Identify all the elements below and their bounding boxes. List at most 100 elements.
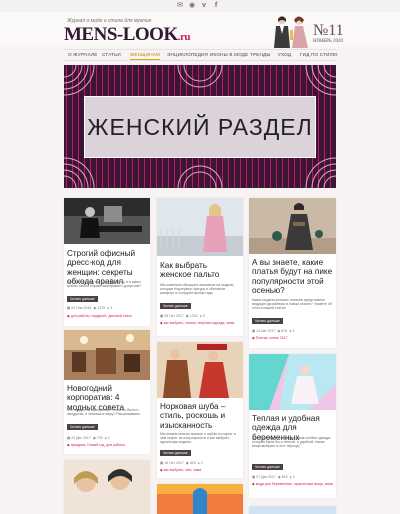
logo-text: MENS-LOOK bbox=[64, 24, 178, 45]
article-meta: ▦ 06 Окт 2017 ◉ 1224 ● 3 bbox=[160, 314, 205, 318]
article-meta: ▦ 07 Дек 2017 ◉ 815 ● 2 bbox=[252, 475, 295, 479]
nav-item-encyclopedia[interactable]: Энциклопедия bbox=[167, 52, 208, 57]
comment-icon: ● bbox=[104, 436, 107, 440]
article-image bbox=[249, 198, 336, 254]
comment-icon: ● bbox=[197, 461, 200, 465]
article-card[interactable]: Как выбрать женское пальто Мы советуем о… bbox=[157, 198, 243, 336]
article-tags[interactable]: ◆ Платья, осень 2017 bbox=[252, 336, 333, 340]
mail-icon[interactable]: ✉ bbox=[176, 2, 184, 10]
article-card-partial[interactable] bbox=[64, 460, 150, 514]
nav-item-about[interactable]: О журнале bbox=[68, 52, 98, 57]
article-excerpt: Какие модели женских платьев представили… bbox=[252, 298, 332, 311]
comment-icon: ● bbox=[289, 329, 292, 333]
article-tags-text: как выбрать, пальто, верхняя одежда, зим… bbox=[163, 321, 235, 325]
nav-item-icons[interactable]: Иконы в моде bbox=[210, 52, 248, 57]
article-date: 07 Дек 2017 bbox=[256, 475, 276, 479]
article-tags-text: мода для беременных, практичные вещи, зи… bbox=[255, 482, 333, 486]
article-card[interactable]: Строгий офисный дресс-код для женщин: се… bbox=[64, 198, 150, 326]
article-image bbox=[249, 354, 336, 410]
tag-icon: ◆ bbox=[67, 443, 70, 447]
article-card-partial[interactable] bbox=[249, 506, 336, 514]
article-comments: 2 bbox=[200, 461, 203, 465]
calendar-icon: ▦ bbox=[160, 314, 164, 318]
article-tags[interactable]: ◆ как выбрать, мех, зима bbox=[160, 468, 240, 472]
nav-item-women[interactable]: Женщинам bbox=[130, 52, 161, 60]
eye-icon: ◉ bbox=[185, 461, 189, 465]
article-meta: ▦ 24 Авг 2017 ◉ 876 ● 2 bbox=[252, 329, 294, 333]
article-card[interactable]: Новогодний корпоратив: 4 модных совета Ч… bbox=[64, 330, 150, 454]
eye-icon: ◉ bbox=[92, 436, 96, 440]
tag-icon: ◆ bbox=[160, 321, 163, 325]
article-tags[interactable]: ◆ мода для беременных, практичные вещи, … bbox=[252, 482, 333, 486]
hero-banner: ЖЕНСКИЙ РАЗДЕЛ bbox=[64, 65, 336, 188]
read-more-button[interactable]: Читать дальше bbox=[252, 318, 283, 324]
article-card[interactable]: Теплая и удобная одежда для беременных Д… bbox=[249, 354, 336, 498]
read-more-button[interactable]: Читать дальше bbox=[252, 464, 283, 470]
facebook-icon[interactable]: f bbox=[212, 2, 220, 10]
article-card[interactable]: Норковая шуба – стиль, роскошь и изыскан… bbox=[157, 342, 243, 478]
read-more-button[interactable]: Читать дальше bbox=[67, 424, 98, 430]
article-date: 04 Янв 2018 bbox=[71, 306, 92, 310]
article-excerpt: Как бизнес-леди одеться на работу, и в к… bbox=[67, 280, 142, 289]
vk-icon[interactable]: v bbox=[200, 2, 208, 10]
calendar-icon: ▦ bbox=[252, 329, 256, 333]
nav-item-care[interactable]: Уход bbox=[278, 52, 291, 57]
article-title[interactable]: Как выбрать женское пальто bbox=[160, 261, 240, 280]
article-excerpt: Мы советуем обращать внимание на модели,… bbox=[160, 283, 235, 296]
nav-item-articles[interactable]: Статьи bbox=[102, 52, 121, 57]
article-views: 729 bbox=[96, 436, 103, 440]
site-logo[interactable]: MENS-LOOK.ru bbox=[64, 24, 190, 46]
article-views: 803 bbox=[189, 461, 196, 465]
article-comments: 3 bbox=[110, 306, 113, 310]
article-tags-text: праздник, Новый год, для работы bbox=[70, 443, 126, 447]
tag-icon: ◆ bbox=[252, 336, 255, 340]
article-tags-text: для работы, гардероб, деловой стиль bbox=[70, 314, 133, 318]
read-more-button[interactable]: Читать дальше bbox=[160, 303, 191, 309]
article-card-partial[interactable] bbox=[157, 484, 243, 514]
article-meta: ▦ 16 Окт 2017 ◉ 803 ● 2 bbox=[160, 461, 203, 465]
nav-item-style-guide[interactable]: Гид по стилю bbox=[300, 52, 338, 57]
article-views: 1375 bbox=[97, 306, 106, 310]
article-date: 16 Окт 2017 bbox=[164, 461, 184, 465]
article-image bbox=[249, 506, 336, 514]
calendar-icon: ▦ bbox=[252, 475, 256, 479]
top-bar: ✉ ◉ v f bbox=[0, 0, 400, 12]
article-title[interactable]: Норковая шуба – стиль, роскошь и изыскан… bbox=[160, 402, 240, 430]
article-comments: 2 bbox=[292, 329, 295, 333]
read-more-button[interactable]: Читать дальше bbox=[67, 296, 98, 302]
article-comments: 3 bbox=[202, 314, 205, 318]
article-card[interactable]: А вы знаете, какие платья будут на пике … bbox=[249, 198, 336, 348]
article-date: 22 Дек 2017 bbox=[71, 436, 91, 440]
article-comments: 2 bbox=[107, 436, 110, 440]
article-image bbox=[157, 342, 243, 398]
article-tags[interactable]: ◆ праздник, Новый год, для работы bbox=[67, 443, 147, 447]
nav-item-trends[interactable]: Тренды bbox=[250, 52, 271, 57]
article-image bbox=[64, 330, 150, 380]
article-image bbox=[64, 198, 150, 244]
hero-title: ЖЕНСКИЙ РАЗДЕЛ bbox=[87, 114, 313, 140]
article-tags[interactable]: ◆ для работы, гардероб, деловой стиль bbox=[67, 314, 147, 318]
comment-icon: ● bbox=[199, 314, 202, 318]
article-tags[interactable]: ◆ как выбрать, пальто, верхняя одежда, з… bbox=[160, 321, 240, 325]
article-title[interactable]: А вы знаете, какие платья будут на пике … bbox=[252, 258, 333, 295]
page: ✉ ◉ v f Журнал о моде и стиле для мужчин… bbox=[0, 0, 400, 514]
rss-icon[interactable]: ◉ bbox=[188, 2, 196, 10]
eye-icon: ◉ bbox=[93, 306, 97, 310]
article-tags-text: Платья, осень 2017 bbox=[255, 336, 288, 340]
couple-illustration-icon bbox=[274, 16, 308, 48]
calendar-icon: ▦ bbox=[160, 461, 164, 465]
article-views: 876 bbox=[281, 329, 288, 333]
article-image bbox=[64, 460, 150, 514]
read-more-button[interactable]: Читать дальше bbox=[160, 450, 191, 456]
issue-number: №11 bbox=[313, 22, 344, 39]
comment-icon: ● bbox=[289, 475, 292, 479]
article-views: 815 bbox=[281, 475, 288, 479]
article-date: 06 Окт 2017 bbox=[164, 314, 184, 318]
article-excerpt: Мы можем многое сказать о шубах из норки… bbox=[160, 432, 236, 445]
tag-icon: ◆ bbox=[252, 482, 255, 486]
issue-badge[interactable]: №11 НОЯБРЬ 2020 bbox=[313, 22, 344, 44]
article-views: 1224 bbox=[189, 314, 198, 318]
article-tags-text: как выбрать, мех, зима bbox=[163, 468, 202, 472]
eye-icon: ◉ bbox=[277, 475, 281, 479]
issue-date: НОЯБРЬ 2020 bbox=[313, 39, 343, 44]
